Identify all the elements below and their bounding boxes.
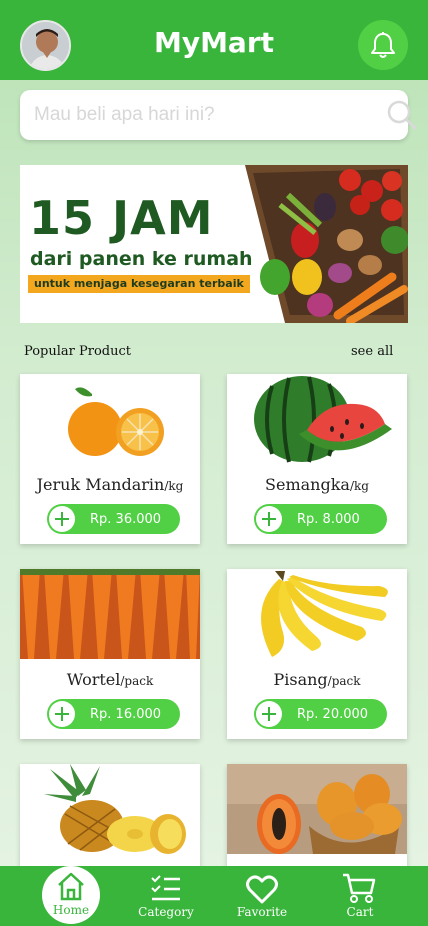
search-bar: [20, 90, 417, 140]
banana-image: [227, 569, 407, 659]
product-image: [227, 764, 407, 854]
see-all-link[interactable]: see all: [351, 344, 393, 359]
product-card[interactable]: Jeruk Mandarin/kg Rp. 36.000: [20, 374, 200, 544]
add-to-cart-button[interactable]: Rp. 36.000: [47, 504, 180, 534]
product-name: Wortel/pack: [66, 670, 154, 689]
pineapple-image: [20, 764, 200, 854]
promo-banner[interactable]: 15 JAM dari panen ke rumah untuk menjaga…: [20, 165, 408, 323]
plus-icon: [49, 701, 75, 727]
nav-label: Favorite: [236, 905, 288, 919]
heart-icon: [246, 875, 278, 904]
nav-label: Cart: [346, 905, 374, 919]
product-image: [20, 374, 200, 464]
notification-button[interactable]: [358, 20, 408, 70]
nav-label: Home: [52, 903, 90, 917]
banner-headline: 15 JAM: [29, 191, 214, 245]
app-header: MyMart: [0, 0, 428, 80]
product-price: Rp. 16.000: [90, 707, 162, 722]
cart-icon: [343, 873, 376, 903]
banner-tagline: untuk menjaga kesegaran terbaik: [28, 275, 250, 293]
nav-item-home[interactable]: Home: [42, 866, 100, 924]
plus-icon: [256, 506, 282, 532]
product-name: Pisang/pack: [273, 670, 361, 689]
plus-icon: [49, 506, 75, 532]
banner-subline: dari panen ke rumah: [30, 248, 253, 270]
add-to-cart-button[interactable]: Rp. 8.000: [254, 504, 387, 534]
product-image: [227, 374, 407, 464]
product-image: [20, 764, 200, 854]
bell-icon: [371, 32, 395, 58]
carrot-image: [20, 569, 200, 659]
nav-item-category[interactable]: Category: [126, 866, 206, 926]
product-card[interactable]: Pisang/pack Rp. 20.000: [227, 569, 407, 739]
section-title: Popular Product: [24, 344, 131, 359]
add-to-cart-button[interactable]: Rp. 16.000: [47, 699, 180, 729]
product-name: Semangka/kg: [265, 475, 369, 494]
papaya-image: [227, 764, 407, 854]
plus-icon: [256, 701, 282, 727]
product-image: [20, 569, 200, 659]
product-card[interactable]: Semangka/kg Rp. 8.000: [227, 374, 407, 544]
add-to-cart-button[interactable]: Rp. 20.000: [254, 699, 387, 729]
orange-image: [20, 374, 200, 464]
product-price: Rp. 36.000: [90, 512, 162, 527]
home-icon: [58, 872, 84, 901]
product-name: Jeruk Mandarin/kg: [36, 475, 184, 494]
product-image: [227, 569, 407, 659]
product-price: Rp. 20.000: [297, 707, 369, 722]
nav-item-cart[interactable]: Cart: [320, 866, 400, 926]
product-card[interactable]: Wortel/pack Rp. 16.000: [20, 569, 200, 739]
product-price: Rp. 8.000: [297, 512, 360, 527]
search-icon[interactable]: [386, 99, 418, 131]
search-input[interactable]: [34, 100, 354, 130]
watermelon-image: [227, 374, 407, 464]
nav-item-favorite[interactable]: Favorite: [222, 866, 302, 926]
nav-label: Category: [138, 905, 194, 919]
list-icon: [151, 875, 180, 901]
